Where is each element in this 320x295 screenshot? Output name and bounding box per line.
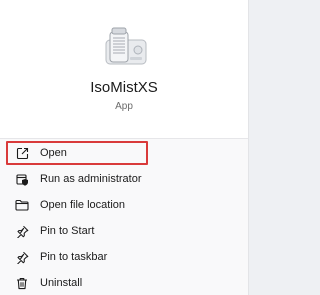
open-external-icon xyxy=(15,146,29,160)
pin-icon xyxy=(15,224,29,238)
menu-item-pin-to-taskbar[interactable]: Pin to taskbar xyxy=(6,245,246,269)
menu-item-pin-to-start[interactable]: Pin to Start xyxy=(6,219,246,243)
pin-icon xyxy=(15,250,29,264)
app-type-label: App xyxy=(115,101,133,112)
shield-admin-icon xyxy=(15,172,29,186)
humidifier-app-icon xyxy=(100,26,150,68)
app-name: IsoMistXS xyxy=(90,79,158,96)
menu-item-run-as-administrator[interactable]: Run as administrator xyxy=(6,167,246,191)
app-header: IsoMistXS App xyxy=(0,0,248,139)
menu-item-label: Run as administrator xyxy=(40,173,142,185)
menu-item-label: Pin to taskbar xyxy=(40,251,108,263)
folder-icon xyxy=(15,198,29,212)
start-app-panel: IsoMistXS App Open Run as administrator xyxy=(0,0,249,295)
menu-item-label: Open xyxy=(40,147,67,159)
menu-item-open-file-location[interactable]: Open file location xyxy=(6,193,246,217)
menu-item-label: Open file location xyxy=(40,199,125,211)
menu-item-label: Uninstall xyxy=(40,277,83,289)
menu-item-open[interactable]: Open xyxy=(6,141,148,165)
trash-icon xyxy=(15,276,29,290)
menu-item-uninstall[interactable]: Uninstall xyxy=(6,271,246,295)
menu-item-label: Pin to Start xyxy=(40,225,95,237)
